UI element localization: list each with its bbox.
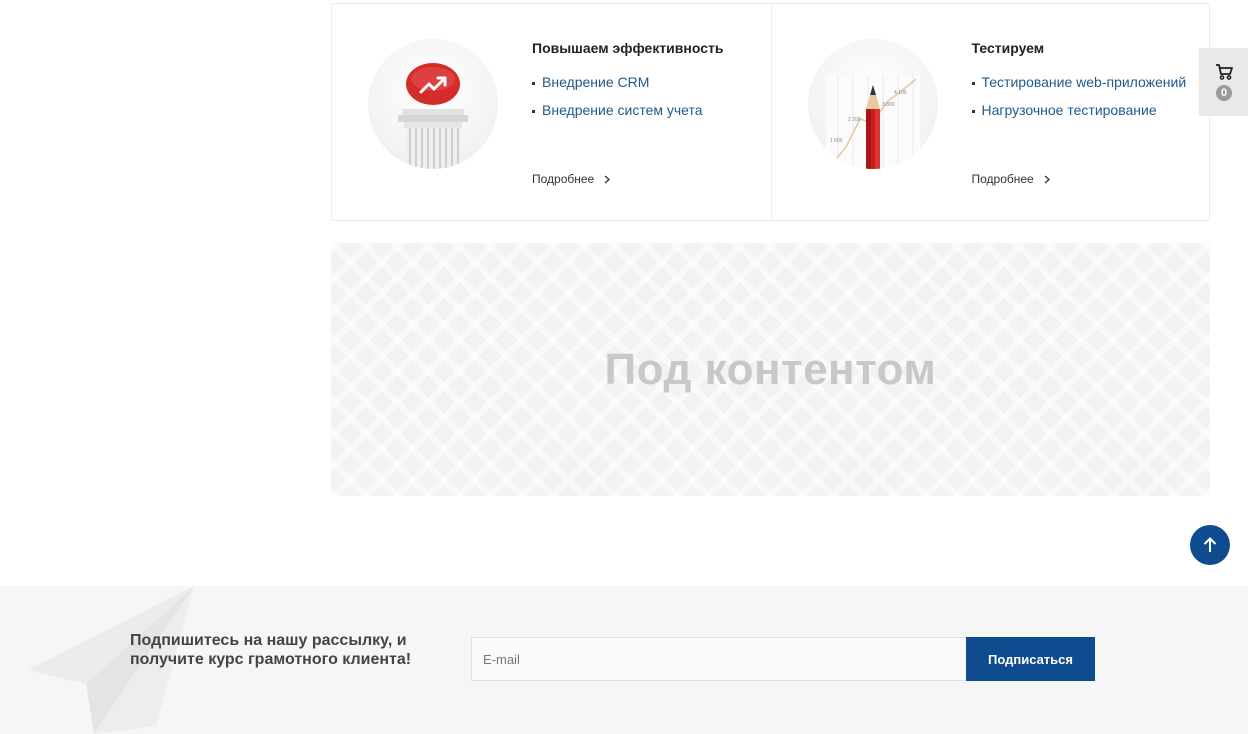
more-link[interactable]: Подробнее [972, 172, 1050, 186]
list-item: Тестирование web-приложений [971, 72, 1202, 93]
service-title[interactable]: Повышаем эффективность [532, 40, 762, 56]
service-title[interactable]: Тестируем [972, 40, 1202, 56]
service-content: Тестируем Тестирование web-приложений На… [971, 40, 1202, 128]
cart-widget[interactable]: 0 [1199, 48, 1248, 116]
service-link-crm[interactable]: Внедрение CRM [542, 74, 649, 90]
chart-label: 4 100 [894, 90, 907, 96]
services-row: Повышаем эффективность Внедрение CRM Вне… [331, 3, 1210, 221]
more-link[interactable]: Подробнее [532, 172, 611, 186]
subscribe-footer: Подпишитесь на нашу рассылку, и получите… [0, 586, 1248, 734]
more-link-label: Подробнее [971, 172, 1034, 186]
service-link-web-testing[interactable]: Тестирование web-приложений [982, 74, 1187, 90]
service-link-accounting[interactable]: Внедрение систем учета [542, 102, 703, 118]
service-card-testing: 1 600 2 200 3 800 4 100 Тестируем Тестир… [770, 4, 1210, 220]
service-content: Повышаем эффективность Внедрение CRM Вне… [532, 40, 762, 128]
chevron-right-icon [604, 175, 611, 183]
chart-label: 1 600 [830, 138, 843, 144]
service-link-load-testing[interactable]: Нагрузочное тестирование [982, 102, 1157, 118]
banner-text: Под контентом [604, 344, 937, 394]
content-banner: Под контентом [331, 243, 1210, 496]
column-growth-icon [368, 39, 498, 169]
arrow-up-icon [1203, 537, 1217, 552]
email-input[interactable] [471, 637, 967, 681]
scroll-top-button[interactable] [1190, 525, 1230, 565]
chart-label: 3 800 [882, 102, 895, 108]
service-card-efficiency: Повышаем эффективность Внедрение CRM Вне… [332, 4, 771, 220]
subscribe-button[interactable]: Подписаться [966, 637, 1095, 681]
list-item: Нагрузочное тестирование [971, 100, 1202, 121]
service-list: Внедрение CRM Внедрение систем учета [532, 72, 762, 121]
cart-count-badge: 0 [1216, 85, 1232, 101]
list-item: Внедрение систем учета [532, 100, 762, 121]
chevron-right-icon [1044, 175, 1050, 183]
subscribe-heading: Подпишитесь на нашу рассылку, и получите… [130, 632, 412, 668]
list-item: Внедрение CRM [532, 72, 762, 93]
pencil-chart-icon: 1 600 2 200 3 800 4 100 [807, 39, 938, 169]
service-list: Тестирование web-приложений Нагрузочное … [971, 72, 1202, 121]
more-link-label: Подробнее [532, 172, 595, 186]
chart-label: 2 200 [848, 117, 861, 123]
cart-icon [1216, 64, 1233, 80]
